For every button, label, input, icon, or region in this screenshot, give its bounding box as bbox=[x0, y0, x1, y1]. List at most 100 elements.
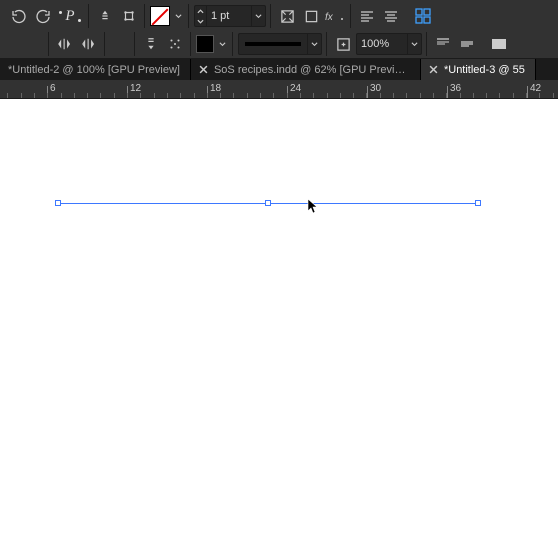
group-fill bbox=[146, 2, 188, 30]
text-wrap-none-icon[interactable] bbox=[300, 5, 322, 27]
paragraph-align-center-icon[interactable] bbox=[380, 5, 402, 27]
fill-swatch-icon[interactable] bbox=[150, 6, 170, 26]
ruler-tick-minor bbox=[366, 93, 367, 98]
stroke-swatch-icon[interactable] bbox=[196, 35, 214, 53]
selection-handle[interactable] bbox=[475, 200, 481, 206]
document-tab-label: *Untitled-2 @ 100% [GPU Preview] bbox=[8, 64, 180, 76]
ruler-tick-minor bbox=[61, 93, 62, 98]
document-tab-label: *Untitled-3 @ 55 bbox=[444, 64, 525, 76]
document-tab[interactable]: *Untitled-2 @ 100% [GPU Preview] bbox=[0, 59, 191, 80]
selection-handle[interactable] bbox=[265, 200, 271, 206]
ruler-tick-minor bbox=[486, 93, 487, 98]
frame-grid-icon[interactable] bbox=[412, 5, 434, 27]
constrain-frame-icon[interactable] bbox=[140, 33, 162, 55]
corner-options-icon[interactable] bbox=[276, 5, 298, 27]
ruler-tick-minor bbox=[433, 93, 434, 98]
group-stroke-weight bbox=[190, 2, 270, 30]
select-container-icon[interactable] bbox=[94, 5, 116, 27]
ruler-tick-minor bbox=[273, 93, 274, 98]
stroke-style-dropdown[interactable] bbox=[238, 33, 322, 55]
ruler-tick-minor bbox=[140, 93, 141, 98]
ruler-tick-minor bbox=[167, 93, 168, 98]
stroke-weight-stepper[interactable] bbox=[195, 6, 207, 26]
stroke-style-menu[interactable] bbox=[307, 34, 321, 54]
ruler-tick-minor bbox=[287, 93, 288, 98]
ruler-tick-minor bbox=[406, 93, 407, 98]
vertical-align-center-icon[interactable] bbox=[456, 33, 478, 55]
ruler-tick-minor bbox=[114, 93, 115, 98]
close-icon[interactable] bbox=[199, 65, 208, 74]
ruler-tick-minor bbox=[47, 93, 48, 98]
stroke-style-preview bbox=[245, 42, 301, 46]
group-rotate: P bbox=[4, 2, 88, 30]
autofit-icon[interactable] bbox=[164, 33, 186, 55]
ruler-tick-minor bbox=[233, 93, 234, 98]
effects-fx-icon[interactable]: fx bbox=[324, 5, 346, 27]
vertical-align-top-icon[interactable] bbox=[432, 33, 454, 55]
stroke-weight-input[interactable] bbox=[207, 10, 251, 22]
group-columns bbox=[484, 30, 514, 58]
fit-content-icon[interactable] bbox=[332, 33, 354, 55]
ruler-tick-minor bbox=[553, 93, 554, 98]
ruler-tick-minor bbox=[460, 93, 461, 98]
paragraph-ornament-icon[interactable]: P bbox=[56, 5, 84, 27]
rotate-cw-icon[interactable] bbox=[32, 5, 54, 27]
fill-swatch-menu[interactable] bbox=[172, 5, 184, 27]
ruler-tick-minor bbox=[539, 93, 540, 98]
ruler-tick-major bbox=[527, 86, 528, 98]
group-frame-fitting: fx bbox=[272, 2, 350, 30]
group-constrain bbox=[136, 30, 190, 58]
paragraph-align-left-icon[interactable] bbox=[356, 5, 378, 27]
group-zoom bbox=[328, 30, 426, 58]
group-stroke-swatch bbox=[192, 30, 232, 58]
stroke-swatch-menu[interactable] bbox=[216, 33, 228, 55]
ruler-label: 6 bbox=[50, 83, 56, 94]
ruler-tick-minor bbox=[526, 93, 527, 98]
ruler-container: 6121824303642 bbox=[0, 80, 558, 99]
stroke-weight-menu[interactable] bbox=[251, 6, 265, 26]
horizontal-ruler[interactable]: 6121824303642 bbox=[0, 80, 558, 98]
ruler-tick-minor bbox=[7, 93, 8, 98]
zoom-input[interactable] bbox=[357, 38, 407, 50]
ruler-tick-minor bbox=[34, 93, 35, 98]
ruler-tick-minor bbox=[393, 93, 394, 98]
selection-handle[interactable] bbox=[55, 200, 61, 206]
ruler-tick-minor bbox=[247, 93, 248, 98]
cursor-arrow-icon bbox=[307, 198, 321, 216]
ruler-tick-minor bbox=[313, 93, 314, 98]
document-canvas[interactable] bbox=[0, 99, 558, 539]
stroke-weight-field[interactable] bbox=[194, 5, 266, 27]
ruler-tick-minor bbox=[353, 93, 354, 98]
ruler-tick-minor bbox=[260, 93, 261, 98]
ruler-tick-minor bbox=[513, 93, 514, 98]
group-vert-align bbox=[428, 30, 482, 58]
columns-icon[interactable] bbox=[488, 33, 510, 55]
group-p-spacer bbox=[106, 30, 134, 58]
ruler-tick-minor bbox=[207, 93, 208, 98]
document-tabstrip: *Untitled-2 @ 100% [GPU Preview] SoS rec… bbox=[0, 59, 558, 80]
select-content-icon[interactable] bbox=[118, 5, 140, 27]
flip-horizontal-icon[interactable] bbox=[54, 33, 76, 55]
group-stroke-style bbox=[234, 30, 326, 58]
svg-text:fx: fx bbox=[325, 12, 334, 22]
flip-vertical-icon[interactable] bbox=[78, 33, 100, 55]
control-panel-row-2 bbox=[0, 30, 558, 58]
zoom-field[interactable] bbox=[356, 33, 422, 55]
control-panel: P bbox=[0, 0, 558, 59]
zoom-menu[interactable] bbox=[407, 34, 421, 54]
ruler-tick-minor bbox=[194, 93, 195, 98]
document-tab[interactable]: *Untitled-3 @ 55 bbox=[421, 59, 536, 80]
ruler-tick-minor bbox=[300, 93, 301, 98]
ruler-tick-minor bbox=[446, 93, 447, 98]
ruler-tick-minor bbox=[327, 93, 328, 98]
group-flip bbox=[50, 30, 104, 58]
rotate-ccw-icon[interactable] bbox=[8, 5, 30, 27]
ruler-tick-minor bbox=[380, 93, 381, 98]
ruler-tick-minor bbox=[220, 93, 221, 98]
document-tab[interactable]: SoS recipes.indd @ 62% [GPU Preview] bbox=[191, 59, 421, 80]
ruler-tick-minor bbox=[180, 93, 181, 98]
ruler-tick-minor bbox=[74, 93, 75, 98]
document-tab-label: SoS recipes.indd @ 62% [GPU Preview] bbox=[214, 64, 410, 76]
ruler-tick-minor bbox=[340, 93, 341, 98]
close-icon[interactable] bbox=[429, 65, 438, 74]
